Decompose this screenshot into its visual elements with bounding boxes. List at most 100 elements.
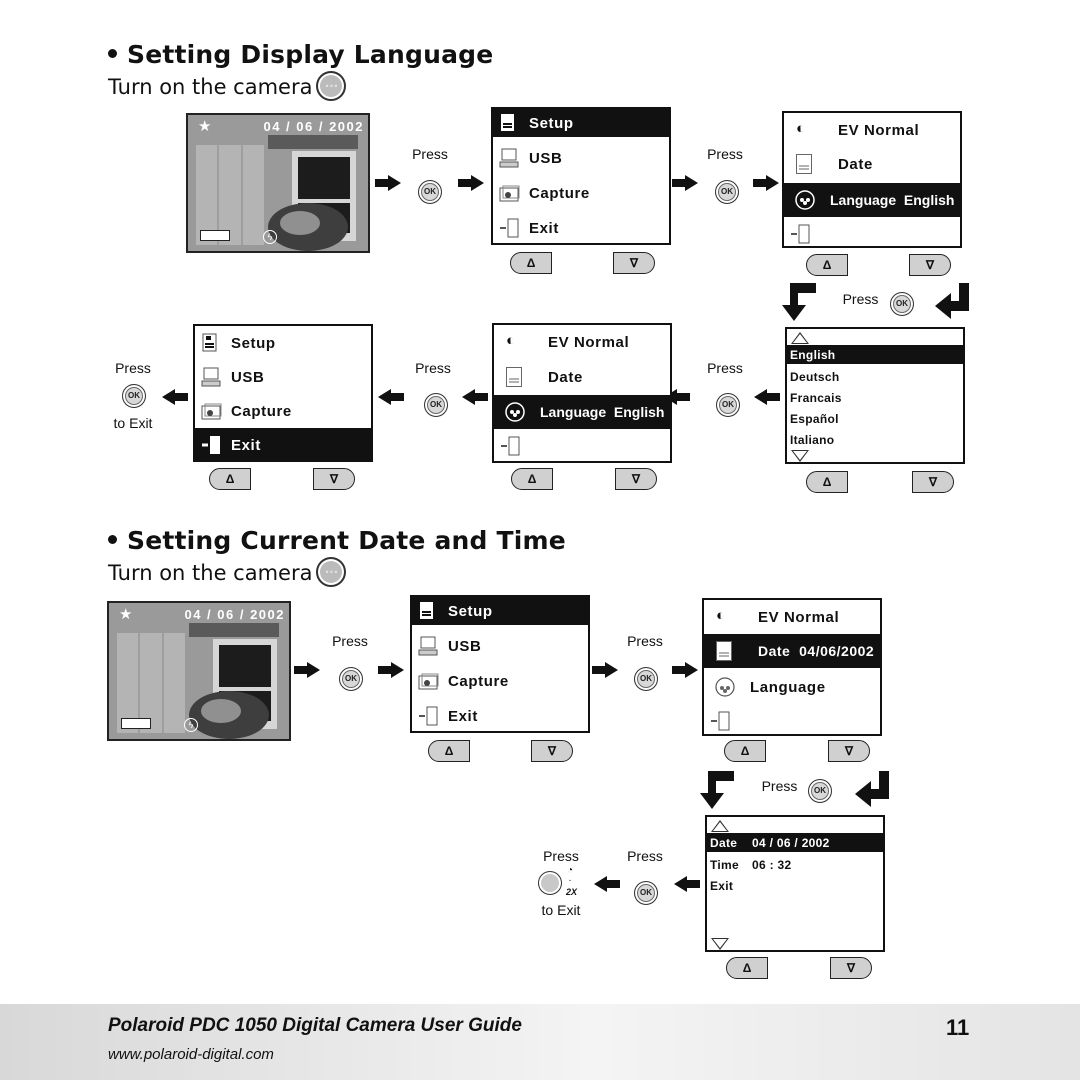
language-option[interactable]: Español (787, 408, 963, 429)
arrow-right-icon (592, 662, 618, 678)
menu-item-setup[interactable]: Setup (195, 326, 371, 360)
exit-row[interactable]: Exit (707, 875, 883, 896)
scroll-up-icon[interactable] (791, 332, 809, 344)
up-button[interactable]: Δ (510, 252, 552, 274)
exit-door-icon (710, 711, 732, 731)
menu-item-capture[interactable]: Capture (412, 664, 588, 698)
footer-url[interactable]: www.polaroid-digital.com (108, 1046, 274, 1063)
ok-button-icon[interactable]: OK (715, 180, 739, 204)
menu-label: Capture (448, 672, 509, 690)
scroll-up-icon[interactable] (711, 820, 729, 832)
menu-item-capture[interactable]: Capture (195, 394, 371, 428)
calendar-icon (796, 154, 818, 174)
menu-label: Exit (529, 219, 559, 237)
date-row[interactable]: Date 04 / 06 / 2002 (707, 833, 883, 852)
press-label: Press (415, 360, 451, 376)
exit-label: Exit (710, 878, 734, 893)
ok-button-icon[interactable]: OK (418, 180, 442, 204)
menu-item-exit[interactable] (704, 704, 880, 738)
nav-buttons: Δ ∇ (806, 254, 951, 276)
arrow-right-icon (294, 662, 320, 678)
nav-buttons: Δ ∇ (428, 740, 573, 762)
scroll-down-icon[interactable] (711, 938, 729, 950)
flash-icon: ϟ (263, 230, 277, 244)
computer-icon (418, 636, 440, 656)
ok-button-icon[interactable]: OK (890, 292, 914, 316)
ok-button-icon[interactable]: OK (634, 881, 658, 905)
down-button[interactable]: ∇ (613, 252, 655, 274)
down-button[interactable]: ∇ (313, 468, 355, 490)
arrow-left-icon (754, 389, 780, 405)
return-arrow-icon (935, 283, 969, 319)
arrow-right-icon (672, 175, 698, 191)
menu-item-exit[interactable] (784, 217, 960, 251)
menu-item-ev[interactable]: ◐ EV Normal (494, 325, 670, 359)
up-button[interactable]: Δ (209, 468, 251, 490)
up-button[interactable]: Δ (724, 740, 766, 762)
menu-item-exit[interactable]: Exit (412, 699, 588, 733)
menu-item-capture[interactable]: Capture (493, 176, 669, 210)
down-button[interactable]: ∇ (531, 740, 573, 762)
up-button[interactable]: Δ (511, 468, 553, 490)
language-people-icon (794, 190, 816, 210)
language-option[interactable]: Italiano (787, 429, 963, 450)
title-text: Setting Current Date and Time (127, 526, 566, 555)
up-button[interactable]: Δ (806, 254, 848, 276)
ok-button-icon[interactable]: OK (808, 779, 832, 803)
section-title-date-time: Setting Current Date and Time (108, 526, 566, 555)
menu-item-ev[interactable]: ◐ EV Normal (704, 600, 880, 634)
menu-item-date[interactable]: Date 04/06/2002 (704, 634, 880, 668)
exit-door-icon (499, 218, 521, 238)
language-option[interactable]: English (787, 345, 963, 364)
up-button[interactable]: Δ (806, 471, 848, 493)
arrow-right-icon (375, 175, 401, 191)
menu-item-date[interactable]: Date (494, 360, 670, 394)
setup2-menu-screen: ◐ EV Normal Date 04/06/2002 Language (702, 598, 882, 736)
press-label: Press (707, 146, 743, 162)
menu-item-date[interactable]: Date (784, 147, 960, 181)
down-button[interactable]: ∇ (828, 740, 870, 762)
shutter-button-icon[interactable] (538, 871, 562, 895)
section-title-language: Setting Display Language (108, 40, 493, 69)
to-exit-label: to Exit (541, 902, 581, 918)
exit-door-icon (790, 224, 812, 244)
scroll-down-icon[interactable] (791, 450, 809, 462)
down-button[interactable]: ∇ (615, 468, 657, 490)
menu-item-exit[interactable] (494, 429, 670, 463)
down-button[interactable]: ∇ (830, 957, 872, 979)
menu-item-language[interactable]: Language (704, 670, 880, 704)
ok-button-icon[interactable]: OK (716, 393, 740, 417)
language-option[interactable]: Francais (787, 387, 963, 408)
nav-buttons: Δ ∇ (510, 252, 655, 274)
preview-date: 04 / 06 / 2002 (184, 607, 285, 622)
menu-item-language[interactable]: Language English (494, 395, 670, 429)
up-button[interactable]: Δ (726, 957, 768, 979)
menu-item-language[interactable]: Language English (784, 183, 960, 217)
arrow-right-icon (672, 662, 698, 678)
menu-item-ev[interactable]: ◐ EV Normal (784, 113, 960, 147)
camera-preview: ★ 04 / 06 / 2002 ϟ (107, 601, 291, 741)
battery-icon (121, 718, 151, 729)
ok-button-icon[interactable]: OK (424, 393, 448, 417)
nav-buttons: Δ ∇ (724, 740, 870, 762)
menu-item-exit[interactable]: Exit (195, 428, 371, 462)
to-exit-label: to Exit (113, 415, 153, 431)
menu-label: Date (838, 155, 873, 173)
arrow-left-icon (462, 389, 488, 405)
up-button[interactable]: Δ (428, 740, 470, 762)
ok-button-icon[interactable]: OK (339, 667, 363, 691)
calendar-icon (506, 367, 528, 387)
down-button[interactable]: ∇ (909, 254, 951, 276)
down-button[interactable]: ∇ (912, 471, 954, 493)
menu-item-usb[interactable]: USB (493, 141, 669, 175)
menu-item-setup[interactable]: Setup (493, 109, 669, 137)
language-option[interactable]: Deutsch (787, 366, 963, 387)
ok-button-icon[interactable]: OK (634, 667, 658, 691)
page-number: 11 (946, 1015, 970, 1040)
menu-item-usb[interactable]: USB (195, 360, 371, 394)
time-row[interactable]: Time 06 : 32 (707, 854, 883, 875)
menu-item-setup[interactable]: Setup (412, 597, 588, 625)
ok-button-icon[interactable]: OK (122, 384, 146, 408)
menu-item-usb[interactable]: USB (412, 629, 588, 663)
menu-item-exit[interactable]: Exit (493, 211, 669, 245)
